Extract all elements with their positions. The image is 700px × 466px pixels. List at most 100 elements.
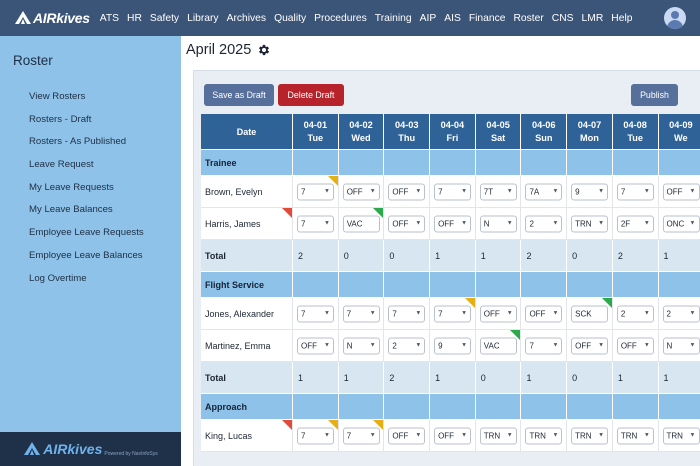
shift-select[interactable]: 2 ▼ (388, 337, 426, 354)
shift-select[interactable]: N ▼ (662, 337, 700, 354)
shift-select[interactable]: OFF ▼ (297, 337, 334, 354)
shift-select[interactable]: N ▼ (342, 337, 380, 354)
sidebar-item-rosters-draft[interactable]: Rosters - Draft (29, 114, 144, 137)
sidebar-item-my-leave-requests[interactable]: My Leave Requests (29, 182, 144, 205)
nav-item-roster[interactable]: Roster (513, 13, 543, 24)
chevron-down-icon: ▼ (552, 432, 559, 438)
shift-cell: OFF ▼ (567, 330, 613, 362)
sidebar-footer: AIRkives Powered by NavInfoSys (0, 432, 181, 466)
nav-item-procedures[interactable]: Procedures (314, 13, 367, 24)
shift-select[interactable]: OFF ▼ (571, 337, 609, 354)
group-cell (612, 150, 659, 176)
nav-item-ais[interactable]: AIS (444, 13, 461, 24)
shift-select[interactable]: OFF ▼ (479, 305, 517, 322)
user-icon[interactable] (664, 7, 686, 29)
shift-select[interactable]: TRN ▼ (571, 215, 609, 232)
total-row: Total 1 1 2 1 0 1 0 1 1 (201, 362, 700, 394)
shift-select[interactable]: 7 ▼ (388, 305, 426, 322)
nav-item-training[interactable]: Training (375, 13, 412, 24)
sidebar-menu: View Rosters Rosters - Draft Rosters - As … (29, 91, 144, 295)
sidebar-item-leave-request[interactable]: Leave Request (29, 159, 144, 182)
shift-select[interactable]: 7A ▼ (525, 183, 563, 200)
group-cell (384, 150, 431, 176)
shift-cell: 7 ▼ (338, 298, 385, 330)
shift-value: OFF (483, 309, 500, 318)
nav-item-quality[interactable]: Quality (274, 13, 306, 24)
shift-select[interactable]: OFF ▼ (342, 183, 380, 200)
shift-select[interactable]: OFF ▼ (388, 183, 426, 200)
shift-select[interactable]: 7T ▼ (479, 183, 517, 200)
shift-value: 7A (529, 187, 540, 196)
shift-select[interactable]: 2F ▼ (616, 215, 654, 232)
app-logo[interactable]: AIRkives (14, 10, 90, 26)
shift-value: TRN (620, 431, 638, 440)
shift-select[interactable]: N ▼ (479, 215, 517, 232)
nav-item-library[interactable]: Library (187, 13, 218, 24)
shift-select[interactable]: OFF ▼ (662, 183, 700, 200)
shift-select[interactable]: 7 ▼ (525, 337, 563, 354)
day-header-04-04: 04-04 Fri (430, 114, 476, 150)
shift-select[interactable]: TRN ▼ (616, 427, 654, 444)
total-value: 1 (430, 240, 476, 272)
publish-button[interactable]: Publish (631, 84, 678, 106)
shift-select[interactable]: TRN ▼ (525, 427, 563, 444)
nav-item-archives[interactable]: Archives (227, 13, 266, 24)
shift-cell: N ▼ (338, 330, 385, 362)
nav-item-lmr[interactable]: LMR (582, 13, 604, 24)
shift-select[interactable]: OFF ▼ (388, 427, 426, 444)
shift-select[interactable]: TRN ▼ (662, 427, 700, 444)
nav-item-ats[interactable]: ATS (100, 13, 119, 24)
sidebar-item-log-overtime[interactable]: Log Overtime (29, 273, 144, 296)
shift-select[interactable]: OFF ▼ (434, 215, 472, 232)
total-value: 2 (521, 240, 568, 272)
shift-select[interactable]: ONC ▼ (662, 215, 700, 232)
save-as-draft-button[interactable]: Save as Draft (204, 84, 274, 106)
delete-draft-button[interactable]: Delete Draft (278, 84, 344, 106)
nav-item-hr[interactable]: HR (127, 13, 142, 24)
shift-value: 7 (301, 219, 306, 228)
sidebar-item-view-rosters[interactable]: View Rosters (29, 91, 144, 114)
shift-select[interactable]: TRN ▼ (479, 427, 517, 444)
shift-select[interactable]: 7 ▼ (342, 305, 380, 322)
shift-select[interactable]: 7 ▼ (434, 183, 472, 200)
day-date: 04-06 (532, 119, 556, 130)
shift-select[interactable]: 7 ▼ (616, 183, 654, 200)
shift-select[interactable]: OFF ▼ (434, 427, 472, 444)
shift-select[interactable]: 7 ▼ (297, 215, 334, 232)
shift-select[interactable]: 2 ▼ (616, 305, 654, 322)
sidebar-item-employee-leave-requests[interactable]: Employee Leave Requests (29, 227, 144, 250)
shift-value: N (483, 219, 490, 228)
shift-select[interactable]: 9 ▼ (571, 183, 609, 200)
shift-value: 7 (346, 431, 352, 440)
table-row: Martinez, EmmaOFF▼N▼2▼9▼VAC▼7▼OFF▼OFF▼N▼ (201, 330, 700, 362)
shift-value: OFF (666, 187, 683, 196)
nav-item-finance[interactable]: Finance (469, 13, 506, 24)
shift-select[interactable]: OFF ▼ (525, 305, 563, 322)
shift-value: VAC (346, 219, 363, 228)
sidebar-item-employee-leave-balances[interactable]: Employee Leave Balances (29, 250, 144, 273)
nav-item-aip[interactable]: AIP (420, 13, 437, 24)
employee-name: King, Lucas (201, 420, 293, 452)
top-navbar: AIRkives ATS HR Safety Library Archives Quali… (0, 0, 700, 36)
total-value: 1 (338, 362, 385, 394)
shift-value: TRN (666, 431, 683, 440)
shift-select[interactable]: OFF ▼ (388, 215, 426, 232)
gear-icon[interactable] (257, 43, 271, 57)
table-row: King, Lucas 7 ▼ 7 ▼ OFF ▼ OFF ▼ TRN ▼ TRN ▼ TRN ▼ TRN ▼ T… (201, 420, 700, 452)
shift-select[interactable]: TRN ▼ (571, 427, 609, 444)
shift-select[interactable]: 7 ▼ (297, 305, 334, 322)
shift-select[interactable]: 9 ▼ (434, 337, 472, 354)
shift-value: 7 (301, 309, 306, 318)
shift-value: 2 (620, 309, 626, 318)
sidebar-item-rosters-as-published[interactable]: Rosters - As Published (29, 136, 144, 159)
shift-select[interactable]: 2 ▼ (525, 215, 563, 232)
nav-item-safety[interactable]: Safety (150, 13, 179, 24)
chevron-down-icon: ▼ (552, 342, 559, 348)
group-cell (612, 272, 659, 298)
shift-cell: OFF ▼ (384, 176, 431, 208)
shift-select[interactable]: 2 ▼ (662, 305, 700, 322)
sidebar-item-my-leave-balances[interactable]: My Leave Balances (29, 204, 144, 227)
nav-item-help[interactable]: Help (611, 13, 632, 24)
nav-item-cns[interactable]: CNS (552, 13, 574, 24)
shift-select[interactable]: OFF ▼ (616, 337, 654, 354)
